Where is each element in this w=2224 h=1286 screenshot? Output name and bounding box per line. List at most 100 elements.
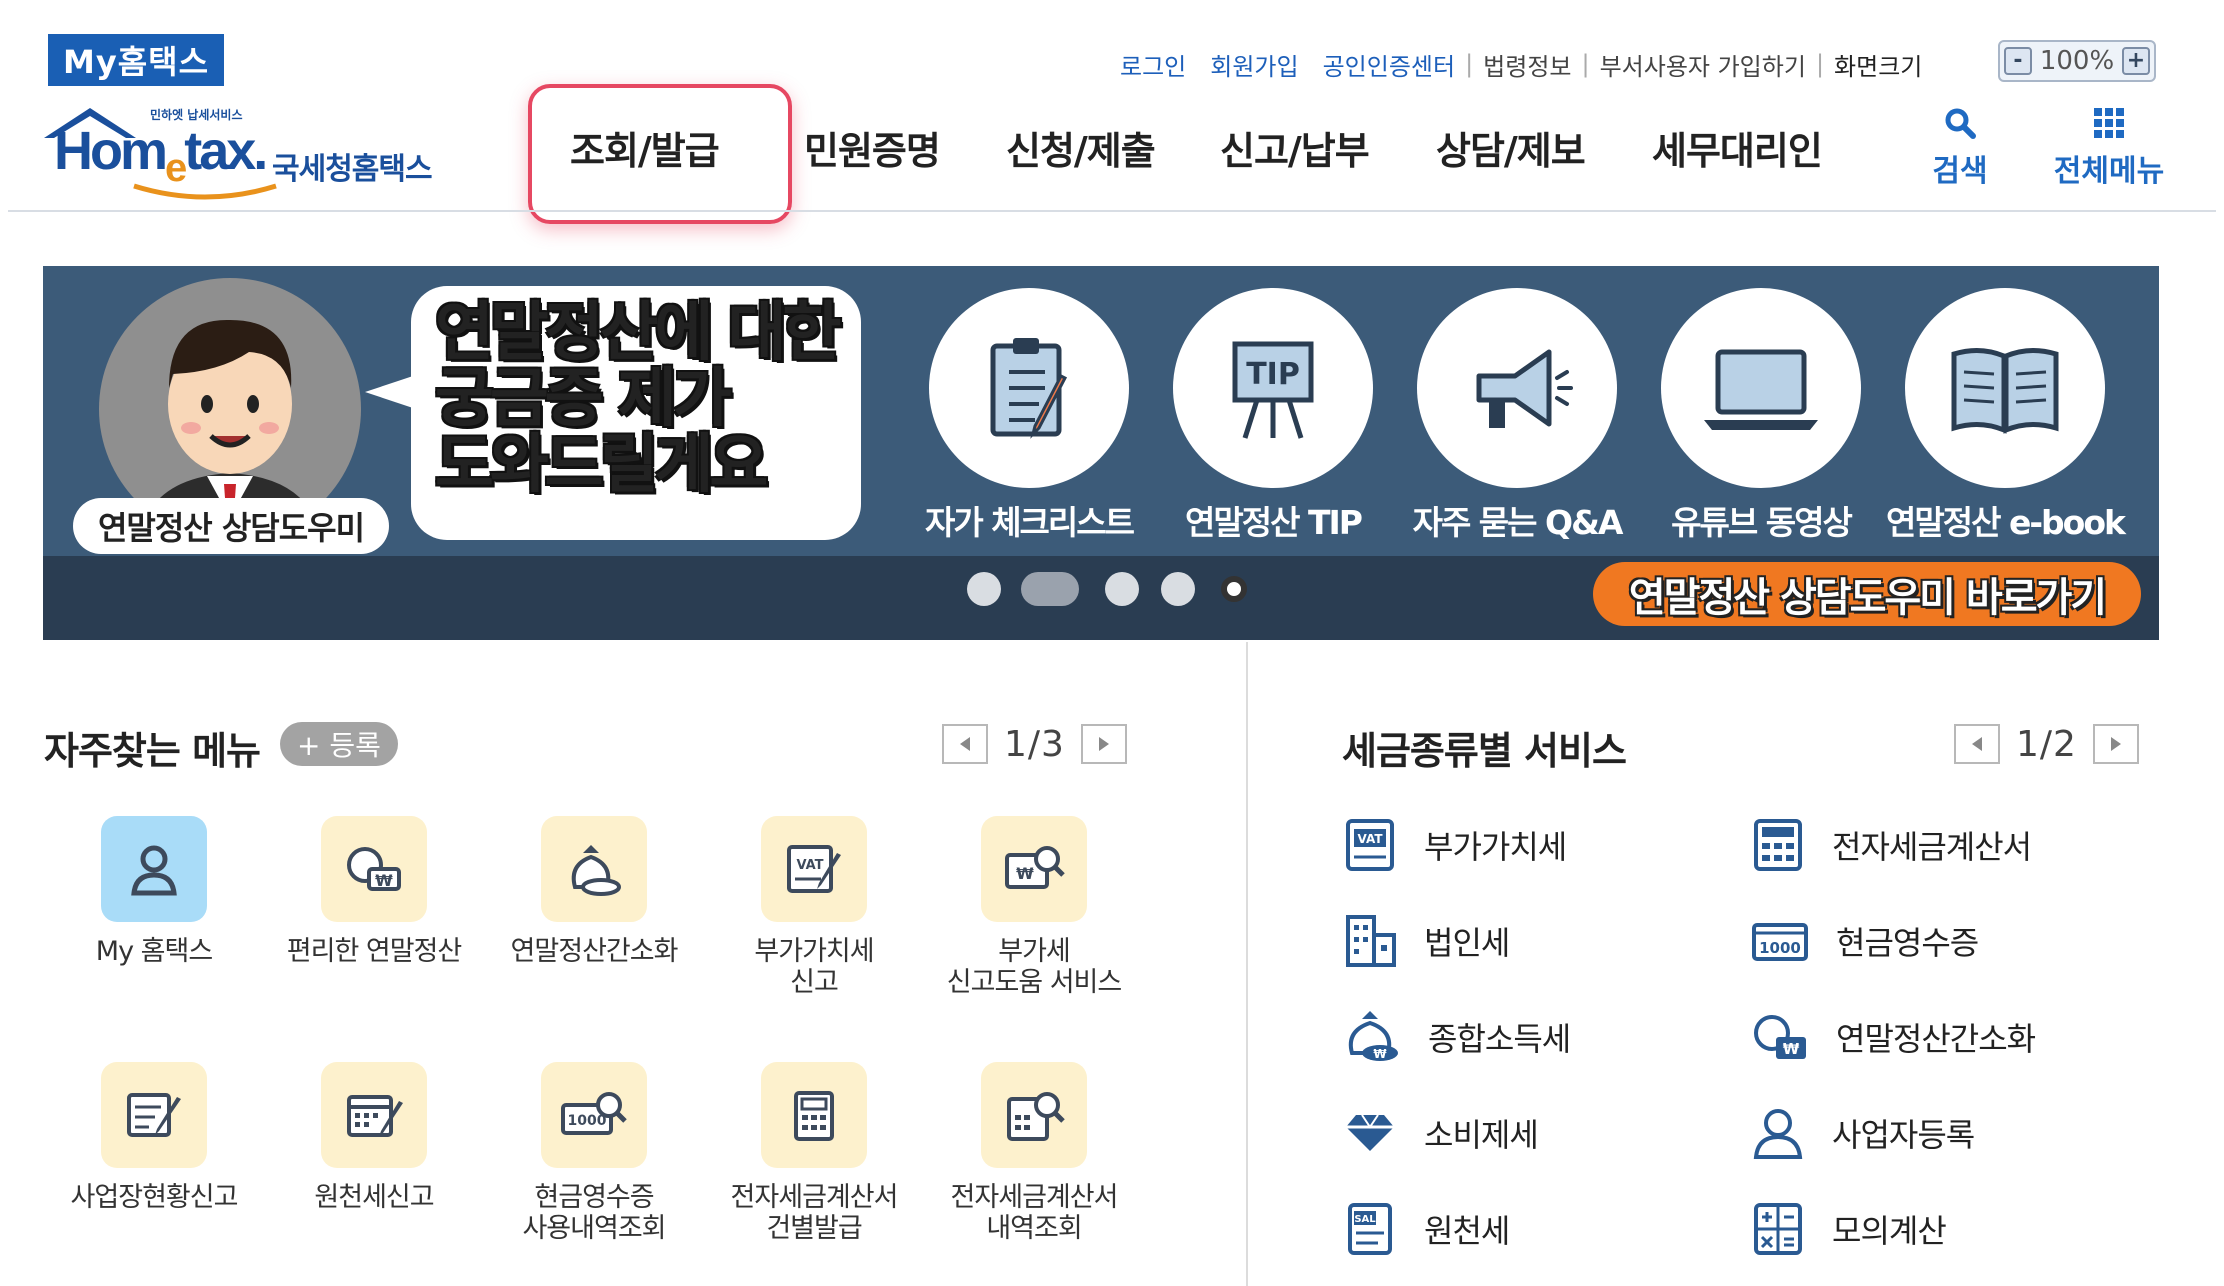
header-divider [8,210,2216,212]
search-button[interactable]: 검색 [1900,106,2020,190]
tax-services-pager: 1/2 [1954,722,2139,766]
quick-menu-simplified-settlement[interactable]: 연말정산간소화 [494,816,694,967]
tax-service-withholding[interactable]: SAL 원천세 [1342,1194,1510,1264]
nav-tax-agent[interactable]: 세무대리인 [1652,120,1823,175]
svg-text:₩: ₩ [1016,864,1034,883]
tip-easel-icon: TIP [1232,341,1314,439]
diamond-icon [1346,1114,1394,1151]
quick-menu-icon-box [321,1062,427,1168]
banner-item-tip[interactable]: TIP [1173,288,1373,488]
slide-indicator-dot[interactable] [1105,572,1139,606]
tax-service-label: 소비제세 [1424,1116,1539,1154]
screen-size-label: 화면크기 [1834,52,1923,81]
page-indicator: 1/2 [2016,723,2077,765]
year-end-settlement-banner[interactable]: 연말정산 상담도우미 연말정산에 대한 궁금증 제가 도와드릴게요 TIP 자가… [43,266,2159,640]
nav-application-submission[interactable]: 신청/제출 [1006,120,1156,175]
hometax-logo[interactable]: 민하엣 납세서비스 Hometax. 국세청홈택스 [40,100,460,200]
zoom-out-button[interactable]: - [2004,47,2032,75]
helper-shortcut-button[interactable]: 연말정산 상담도우미 바로가기 [1593,562,2141,626]
prev-page-button[interactable] [1954,724,2000,764]
helper-name-label: 연말정산 상담도우미 [73,498,389,554]
quick-menu-vat-help[interactable]: ₩ 부가세 신고도움 서비스 [934,816,1134,998]
login-link[interactable]: 로그인 [1120,47,1186,82]
tax-service-label: 부가가치세 [1424,828,1567,866]
quick-menu-my-hometax[interactable]: My 홈택스 [54,816,254,967]
banner-item-checklist[interactable] [929,288,1129,488]
tax-service-vat[interactable]: VAT 부가가치세 [1342,810,1567,880]
quick-menu-cash-receipt-history[interactable]: 1000 현금영수증 사용내역조회 [494,1062,694,1244]
calendar-edit-icon [347,1095,403,1137]
calculator-doc-icon [1754,819,1802,871]
bubble-line: 도와드릴게요 [435,428,768,502]
calculator-icon [794,1091,834,1141]
cert-center-link[interactable]: 공인인증센터 [1323,47,1455,82]
sal-doc-icon: SAL [1348,1203,1392,1255]
next-page-button[interactable] [1080,724,1127,764]
quick-menu-e-invoice-history[interactable]: 전자세금계산서 내역조회 [934,1062,1134,1244]
quick-menu-business-status[interactable]: 사업장현황신고 [54,1062,254,1213]
tax-service-cash-receipt[interactable]: 1000 현금영수증 [1750,906,1979,976]
section-divider [1246,642,1248,1286]
nav-report-payment[interactable]: 신고/납부 [1220,120,1370,175]
money-bag-icon [571,845,621,896]
quick-menu-label: 연말정산간소화 [510,936,679,967]
divider: | [1581,50,1590,78]
slide-indicator-dot[interactable] [1161,572,1195,606]
banner-item-ebook[interactable] [1905,288,2105,488]
quick-menu-icon-box: ₩ [981,816,1087,922]
tax-service-mock-calculation[interactable]: 모의계산 [1750,1194,1947,1264]
nav-consult-report[interactable]: 상담/제보 [1436,120,1586,175]
tax-service-label: 연말정산간소화 [1836,1020,2036,1058]
tax-service-consumption[interactable]: 소비제세 [1342,1098,1539,1168]
open-book-icon [1951,348,2059,434]
slide-indicator-dot[interactable] [967,572,1001,606]
tax-service-e-invoice[interactable]: 전자세금계산서 [1750,810,2032,880]
person-icon [1753,1109,1803,1159]
caret-left-icon [960,737,970,751]
cash-bill-icon: 1000 [1752,923,1808,961]
tax-service-label: 전자세금계산서 [1832,828,2032,866]
my-hometax-button[interactable]: My홈택스 [48,34,224,86]
slide-pause-button[interactable] [1221,576,1247,602]
tax-service-corporate[interactable]: 법인세 [1342,906,1510,976]
quick-menu-icon-box [761,1062,867,1168]
banner-item-label: 자가 체크리스트 [924,503,1135,542]
quick-menu-withholding-report[interactable]: 원천세신고 [274,1062,474,1213]
coin-won-icon: ₩ [1754,1015,1806,1059]
tax-service-label: 법인세 [1424,924,1510,962]
law-info-link[interactable]: 법령정보 [1483,47,1571,82]
nav-civil-certificates[interactable]: 민원증명 [804,120,941,175]
prev-page-button[interactable] [942,724,988,764]
quick-menu-e-invoice-issue[interactable]: 전자세금계산서 건별발급 [714,1062,914,1244]
invoice-search-icon [1007,1092,1065,1141]
person-icon [131,845,177,896]
banner-item-youtube[interactable] [1661,288,1861,488]
slide-indicator-active[interactable] [1021,572,1079,606]
caret-right-icon [2110,737,2121,751]
banner-item-faq[interactable] [1417,288,1617,488]
money-bag-icon: ₩ [1348,1011,1398,1061]
tax-service-business-registration[interactable]: 사업자등록 [1750,1098,1975,1168]
quick-menu-label: 현금영수증 사용내역조회 [522,1182,666,1244]
register-button[interactable]: + 등록 [280,722,398,766]
zoom-value: 100% [2039,46,2115,76]
quick-menu-vat-report[interactable]: VAT 부가가치세 신고 [714,816,914,998]
zoom-in-button[interactable]: + [2122,47,2150,75]
tax-service-income[interactable]: ₩ 종합소득세 [1342,1002,1571,1072]
next-page-button[interactable] [2092,724,2139,764]
quick-menu-label: 전자세금계산서 내역조회 [950,1182,1119,1244]
svg-text:1000: 1000 [1759,939,1801,957]
calculator-icon [1754,1203,1802,1255]
tax-service-label: 모의계산 [1832,1212,1947,1250]
nav-inquiry-issuance[interactable]: 조회/발급 [570,120,720,175]
all-menu-button[interactable]: 전체메뉴 [2044,106,2174,190]
dept-user-signup-link[interactable]: 부서사용자 가입하기 [1600,47,1806,82]
quick-menu-easy-settlement[interactable]: ₩ 편리한 연말정산 [274,816,474,967]
tax-service-simplified-settlement[interactable]: ₩ 연말정산간소화 [1750,1002,2036,1072]
quick-menu-label: 부가가치세 신고 [754,936,874,998]
coin-won-icon: ₩ [347,847,401,891]
grid-icon [2094,108,2124,138]
caret-left-icon [1972,737,1982,751]
svg-text:VAT: VAT [1357,832,1383,846]
signup-link[interactable]: 회원가입 [1210,47,1298,82]
